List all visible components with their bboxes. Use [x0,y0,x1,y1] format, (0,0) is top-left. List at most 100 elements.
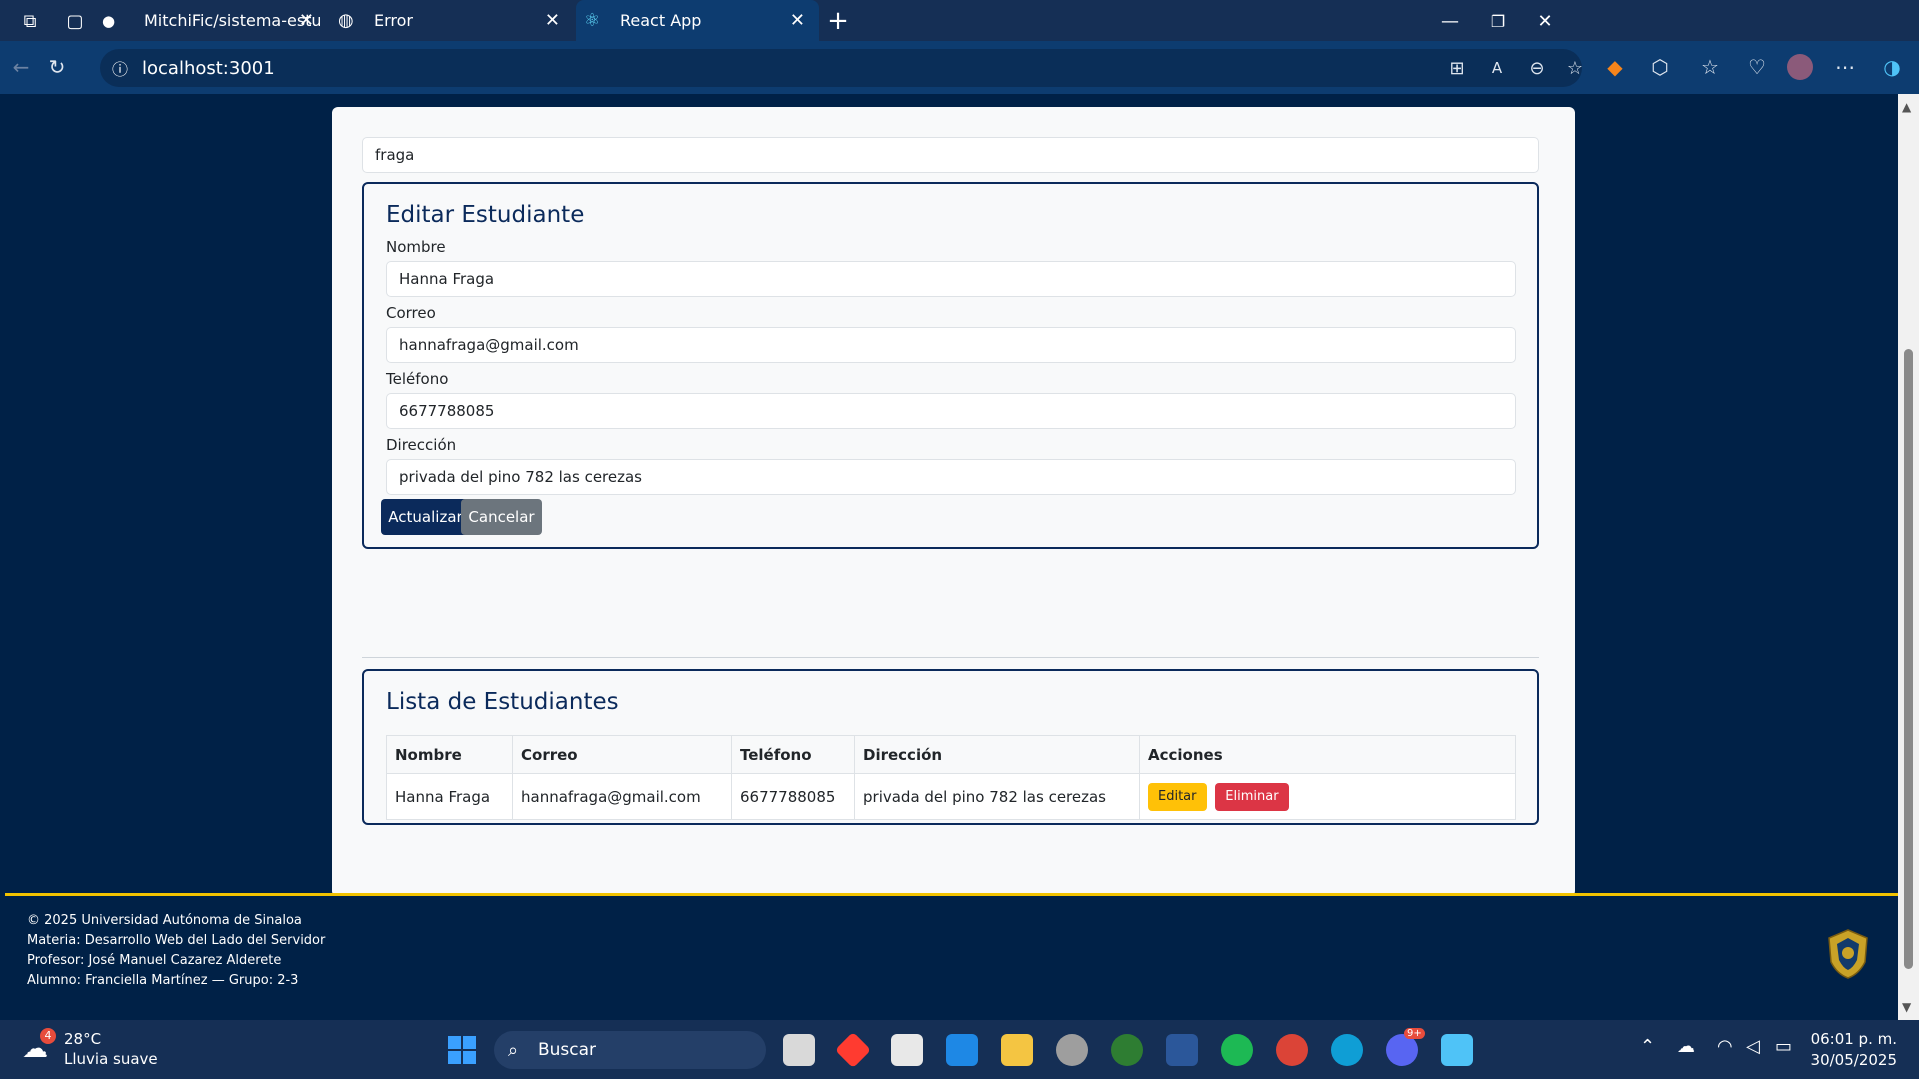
onedrive-icon[interactable]: ☁ [1677,1036,1695,1057]
table-row: Hanna Fraga hannafraga@gmail.com 6677788… [386,773,1516,820]
globe-icon: ◍ [338,10,354,31]
close-window-icon[interactable]: ✕ [1532,8,1558,34]
weather-badge: 4 [40,1028,56,1044]
workspaces-icon[interactable]: ⧉ [17,8,43,34]
url-text: localhost:3001 [142,57,275,79]
windows-taskbar: ☁ 4 28°C Lluvia suave ⌕ Buscar 9+ ⌃ ☁ ◠ … [0,1020,1919,1079]
name-field[interactable] [386,261,1516,297]
search-label: Buscar [538,1040,597,1060]
column-header: Correo [512,735,732,774]
list-title: Lista de Estudiantes [386,689,619,715]
discord-badge: 9+ [1404,1028,1425,1039]
phone-label: Teléfono [386,370,449,388]
system-clock[interactable]: 06:01 p. m. 30/05/2025 [1811,1029,1897,1071]
address-field[interactable] [386,459,1516,495]
favorites-icon[interactable]: ☆ [1695,52,1725,82]
weather-temp: 28°C [64,1030,102,1048]
tab-error[interactable]: ◍ Error ✕ [330,0,574,41]
app-available-icon[interactable]: ⊞ [1442,53,1472,83]
volume-icon[interactable]: ◁ [1746,1036,1760,1057]
footer-copyright: © 2025 Universidad Autónoma de Sinaloa [27,913,302,928]
clock-time: 06:01 p. m. [1810,1030,1897,1048]
close-tab-icon[interactable]: ✕ [545,10,560,31]
column-header: Nombre [386,735,513,774]
page-footer: © 2025 Universidad Autónoma de Sinaloa M… [5,893,1898,1020]
page-scrollbar[interactable]: ▲ ▼ [1898,94,1919,1020]
discord-icon[interactable]: 9+ [1386,1028,1425,1066]
tab-title: MitchiFic/sistema-estudiantes-uas [144,11,320,30]
tab-github[interactable]: ● MitchiFic/sistema-estudiantes-uas ✕ [96,0,328,41]
refresh-icon[interactable]: ↻ [42,52,72,82]
cell-telefono: 6677788085 [731,773,855,820]
new-tab-icon[interactable]: + [825,6,851,36]
file-explorer-icon[interactable] [1001,1034,1033,1066]
edit-form-title: Editar Estudiante [386,202,585,228]
minimize-icon[interactable]: — [1437,8,1463,34]
page-viewport: Editar Estudiante Nombre Correo Teléfono… [5,94,1898,1020]
taskbar-search[interactable]: ⌕ Buscar [494,1031,766,1069]
spotify-icon[interactable] [1221,1034,1253,1066]
browser-tab-bar: ⧉ ▢ ● MitchiFic/sistema-estudiantes-uas … [0,0,1919,41]
favorite-star-icon[interactable]: ☆ [1560,53,1590,83]
cell-acciones: Editar Eliminar [1139,773,1516,820]
address-label: Dirección [386,436,457,454]
weather-desc: Lluvia suave [64,1050,158,1068]
browser-toolbar: ← ↻ ⓘ localhost:3001 ⊞ A ⊖ ☆ ◆ ⬡ ☆ ♡ ⋯ ◑ [0,41,1919,94]
extensions-icon[interactable]: ⬡ [1645,52,1675,82]
tab-title: Error [374,11,413,30]
update-button[interactable]: Actualizar [381,499,470,535]
table-header-row: Nombre Correo Teléfono Dirección Accione… [386,735,1516,774]
back-icon[interactable]: ← [6,52,36,82]
main-card: Editar Estudiante Nombre Correo Teléfono… [332,107,1575,897]
wifi-icon[interactable]: ◠ [1717,1036,1733,1057]
anydesk-icon[interactable] [834,1031,872,1069]
tab-react-app[interactable]: ⚛ React App ✕ [576,0,819,41]
students-table: Nombre Correo Teléfono Dirección Accione… [386,735,1516,820]
vertical-tabs-icon[interactable]: ▢ [62,8,88,34]
scrollbar-thumb[interactable] [1904,349,1913,969]
edge-icon[interactable] [1331,1034,1363,1066]
mongodb-compass-icon[interactable] [1111,1034,1143,1066]
address-bar[interactable]: ⓘ localhost:3001 ⊞ A ⊖ ☆ [100,49,1583,87]
battery-icon[interactable]: ▭ [1775,1036,1792,1057]
zoom-icon[interactable]: ⊖ [1522,53,1552,83]
cell-direccion: privada del pino 782 las cerezas [854,773,1140,820]
email-field[interactable] [386,327,1516,363]
vscode-icon[interactable] [946,1034,978,1066]
footer-subject: Materia: Desarrollo Web del Lado del Ser… [27,933,326,948]
search-input[interactable] [362,137,1539,173]
student-list-panel: Lista de Estudiantes Nombre Correo Teléf… [362,669,1539,825]
footer-professor: Profesor: José Manuel Cazarez Alderete [27,953,282,968]
copilot-icon[interactable]: ◑ [1877,52,1907,82]
word-icon[interactable] [1166,1034,1198,1066]
windows-start-icon[interactable] [447,1035,477,1065]
chrome-icon[interactable] [1276,1034,1308,1066]
cancel-button[interactable]: Cancelar [461,499,542,535]
delete-button[interactable]: Eliminar [1215,782,1289,811]
cell-nombre: Hanna Fraga [386,773,513,820]
name-label: Nombre [386,238,446,256]
more-options-icon[interactable]: ⋯ [1830,52,1860,82]
read-aloud-icon[interactable]: A [1482,53,1512,83]
close-tab-icon[interactable]: ✕ [790,10,805,31]
search-icon: ⌕ [508,1039,519,1061]
phone-field[interactable] [386,393,1516,429]
notepad-icon[interactable] [1441,1034,1473,1066]
footer-student: Alumno: Franciella Martínez — Grupo: 2-3 [27,973,299,988]
profile-avatar[interactable] [1785,52,1815,82]
metamask-icon[interactable]: ◆ [1600,52,1630,82]
cell-correo: hannafraga@gmail.com [512,773,732,820]
university-seal-icon [1828,929,1868,979]
restore-icon[interactable]: ❐ [1485,8,1511,34]
database-icon[interactable] [1056,1034,1088,1066]
section-divider [362,657,1539,658]
info-icon[interactable]: ⓘ [112,56,128,80]
task-view-icon[interactable] [783,1034,815,1066]
scroll-up-icon[interactable]: ▲ [1902,100,1911,114]
show-hidden-icons-icon[interactable]: ⌃ [1640,1036,1655,1057]
edit-button[interactable]: Editar [1148,782,1207,811]
roblox-icon[interactable] [891,1034,923,1066]
close-tab-icon[interactable]: ✕ [299,10,314,31]
scroll-down-icon[interactable]: ▼ [1902,1000,1911,1014]
browser-essentials-icon[interactable]: ♡ [1742,52,1772,82]
